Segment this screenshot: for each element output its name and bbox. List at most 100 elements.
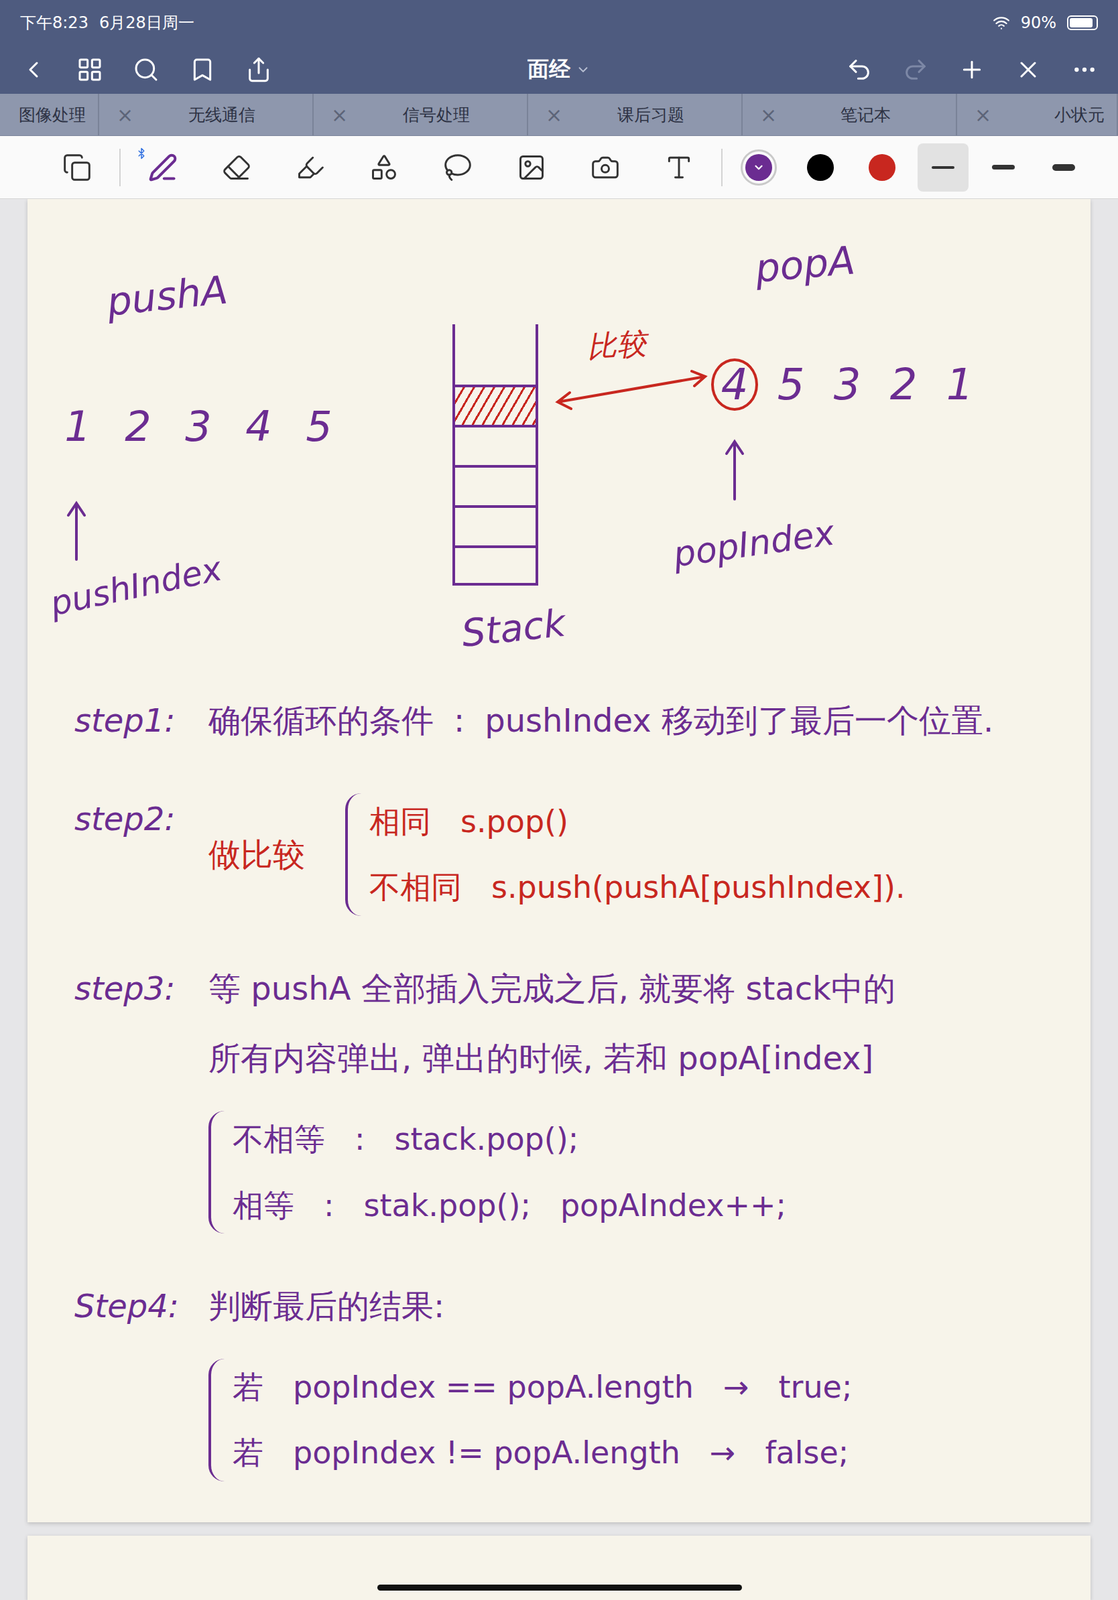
stroke-width[interactable] [917,143,969,192]
stack-cell [452,545,539,586]
step-label: step2: [74,793,202,846]
tab-close[interactable]: × [760,103,781,127]
tab[interactable]: ×课后习题 [528,93,743,136]
stack-cell [452,424,539,466]
search-icon[interactable] [132,56,160,84]
redo-icon[interactable] [902,56,929,84]
pop-value: 5 [767,358,815,411]
branch: 不相等:stack.pop(); [232,1118,787,1161]
share-icon[interactable] [245,56,273,84]
color-swatch[interactable] [789,140,852,195]
chevron-down-icon[interactable] [575,62,591,78]
step-line: 做比较 [208,829,305,881]
step: Step4:判断最后的结果:若popIndex == popA.length→t… [74,1280,1064,1482]
branch-text: 相等 [232,1184,295,1228]
pen-icon[interactable] [148,152,178,183]
step-line: 所有内容弹出, 弹出的时候, 若和 popA[index] [208,1032,896,1085]
color-swatch[interactable] [727,140,790,195]
note-page[interactable]: pushA12345pushIndexStack比较popA45321popIn… [27,199,1091,1523]
step-label: Step4: [74,1280,202,1333]
push-value: 4 [235,400,283,453]
undo-icon[interactable] [845,56,873,84]
pages-icon[interactable] [62,152,92,183]
tab[interactable]: ×笔记本 [742,93,958,136]
branch-text: stak.pop(); [363,1184,531,1228]
branch-text: 相同 [369,800,431,844]
grid-icon[interactable] [76,56,104,84]
nav-bar: 面经 [0,45,1118,94]
image-tool[interactable] [494,140,569,195]
tab-close[interactable]: × [116,103,137,127]
pop-value: 2 [880,358,927,411]
stack [452,324,539,586]
tool-bar [0,136,1118,200]
chevron-down-icon [752,161,765,174]
branch-text: → [723,1365,750,1409]
stack-cell [452,384,539,425]
text-tool[interactable] [642,140,716,195]
back-icon[interactable] [20,56,47,84]
tab-close[interactable]: × [331,103,352,127]
branch-text: : [354,1118,366,1161]
bluetooth-icon [135,147,148,160]
step-label: step3: [74,963,202,1015]
step-text: 做比较 [208,829,305,881]
push-index-label: pushIndex [46,548,226,625]
color-dot[interactable] [868,154,896,181]
text-icon[interactable] [664,152,694,183]
pages-tool[interactable] [40,140,114,195]
color-swatch[interactable] [851,140,913,195]
stroke-width[interactable] [977,143,1029,192]
add-icon[interactable] [958,56,986,84]
stack-diagram: pushA12345pushIndexStack比较popA45321popIn… [27,199,1091,696]
branch-text: : [323,1184,335,1228]
camera-icon[interactable] [590,152,620,183]
step-text: 判断最后的结果: [208,1280,445,1333]
step: step1:确保循环的条件:pushIndex 移动到了最后一个位置. [74,695,1064,747]
lasso-icon[interactable] [443,152,473,183]
battery-percent: 90% [1020,13,1057,33]
tab[interactable]: ×小状元 [957,93,1118,136]
tab[interactable]: 图像处理 [0,93,100,136]
push-index-arrow-icon [66,500,87,560]
pop-index-label: popIndex [670,512,838,576]
push-value: 2 [114,400,162,453]
pop-value: 1 [936,358,984,411]
tab-close[interactable]: × [545,103,566,127]
eraser-tool[interactable] [199,140,274,195]
branch-text: s.push(pushA[pushIndex]). [491,865,906,909]
step-line: 等 pushA 全部插入完成之后, 就要将 stack中的 [208,963,896,1015]
wifi-icon [992,14,1011,32]
compare-label: 比较 [585,325,647,366]
branch-brace: 相同s.pop()不相同s.push(pushA[pushIndex]). [345,793,906,917]
branch-text: 若 [232,1431,264,1475]
bookmark-icon[interactable] [189,56,216,84]
tab[interactable]: ×信号处理 [313,93,529,136]
color-dot[interactable] [806,154,834,181]
notebook-title[interactable]: 面经 [527,54,591,85]
highlighter-tool[interactable] [273,140,348,195]
highlighter-icon[interactable] [295,152,326,183]
pen-tool[interactable] [126,140,200,195]
eraser-icon[interactable] [221,152,252,183]
branch-text: 不相同 [369,865,462,909]
color-dot[interactable] [745,154,773,181]
stroke-width[interactable] [1038,143,1090,192]
step-label: step1: [74,695,202,747]
close-pen-icon[interactable] [1014,56,1042,84]
tab-bar: 图像处理×无线通信×信号处理×课后习题×笔记本×小状元 [0,93,1118,137]
branch: 若popIndex != popA.length→false; [232,1431,852,1475]
home-indicator [377,1585,742,1592]
tab[interactable]: ×无线通信 [99,93,314,136]
tab-close[interactable]: × [974,103,995,127]
pop-value: 4 [711,358,759,411]
pop-value: 3 [823,358,871,411]
stroke-width-icon [931,166,955,169]
lasso-tool[interactable] [420,140,495,195]
shapes-icon[interactable] [369,152,399,183]
stack-label: Stack [459,600,568,657]
more-icon[interactable] [1071,56,1098,84]
shapes-tool[interactable] [347,140,421,195]
image-icon[interactable] [516,152,547,183]
camera-tool[interactable] [568,140,643,195]
